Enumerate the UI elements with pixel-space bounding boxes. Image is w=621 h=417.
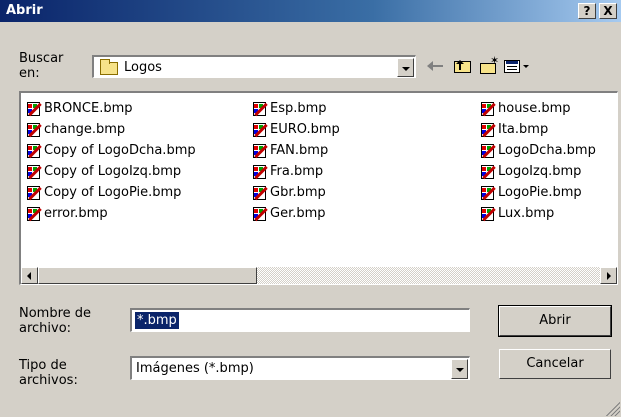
bitmap-file-icon bbox=[25, 184, 43, 202]
bitmap-file-icon bbox=[479, 100, 497, 118]
list-item[interactable]: Lux.bmp bbox=[479, 203, 596, 224]
list-item[interactable]: LogoIzq.bmp bbox=[479, 161, 596, 182]
bitmap-file-icon bbox=[25, 121, 43, 139]
list-item[interactable]: Esp.bmp bbox=[251, 98, 340, 119]
bitmap-file-icon bbox=[251, 163, 269, 181]
list-item[interactable]: LogoPie.bmp bbox=[479, 182, 596, 203]
bitmap-file-icon bbox=[25, 142, 43, 160]
list-item[interactable]: EURO.bmp bbox=[251, 119, 340, 140]
file-column-1: BRONCE.bmp change.bmp Copy of LogoDcha.b… bbox=[25, 98, 196, 224]
title-bar[interactable]: Abrir ? X bbox=[0, 0, 621, 22]
file-column-2: Esp.bmp EURO.bmp FAN.bmp Fra.bmp Gbr.bmp… bbox=[251, 98, 340, 224]
bitmap-file-icon bbox=[479, 121, 497, 139]
file-name: Ger.bmp bbox=[270, 206, 326, 221]
chevron-down-icon[interactable] bbox=[451, 359, 468, 379]
file-name: EURO.bmp bbox=[270, 122, 340, 137]
bitmap-file-icon bbox=[479, 142, 497, 160]
file-type-select[interactable]: Imágenes (*.bmp) bbox=[130, 356, 470, 380]
file-name-value: *.bmp bbox=[134, 311, 180, 330]
close-button[interactable]: X bbox=[599, 3, 617, 19]
list-item[interactable]: change.bmp bbox=[25, 119, 196, 140]
scroll-right-icon[interactable] bbox=[600, 267, 617, 284]
file-name-field[interactable]: *.bmp bbox=[130, 308, 470, 332]
file-name-label-line2: archivo: bbox=[19, 321, 72, 336]
look-in-value: Logos bbox=[124, 60, 162, 75]
bitmap-file-icon bbox=[251, 142, 269, 160]
file-name: Fra.bmp bbox=[270, 164, 324, 179]
file-name: Copy of LogoDcha.bmp bbox=[44, 143, 196, 158]
file-name: Copy of LogoIzq.bmp bbox=[44, 164, 182, 179]
list-item[interactable]: Ita.bmp bbox=[479, 119, 596, 140]
file-name: Ita.bmp bbox=[498, 122, 549, 137]
bitmap-file-icon bbox=[251, 121, 269, 139]
cancel-button[interactable]: Cancelar bbox=[499, 349, 611, 379]
file-name-label: Nombre de archivo: bbox=[19, 306, 91, 336]
folder-icon bbox=[100, 59, 118, 75]
bitmap-file-icon bbox=[25, 163, 43, 181]
file-list[interactable]: BRONCE.bmp change.bmp Copy of LogoDcha.b… bbox=[19, 91, 618, 285]
up-folder-icon[interactable] bbox=[452, 56, 474, 76]
look-in-label-line2: en: bbox=[19, 66, 40, 81]
file-name: BRONCE.bmp bbox=[44, 101, 133, 116]
open-dialog: Abrir ? X Buscar en: Logos ✶ BRONCE.bmp … bbox=[0, 0, 621, 417]
file-name: LogoDcha.bmp bbox=[498, 143, 596, 158]
file-name: Esp.bmp bbox=[270, 101, 327, 116]
bitmap-file-icon bbox=[479, 205, 497, 223]
bitmap-file-icon bbox=[251, 205, 269, 223]
file-name: error.bmp bbox=[44, 206, 108, 221]
file-name: change.bmp bbox=[44, 122, 126, 137]
look-in-label: Buscar en: bbox=[19, 51, 63, 81]
view-menu-icon[interactable] bbox=[502, 56, 532, 76]
list-item[interactable]: BRONCE.bmp bbox=[25, 98, 196, 119]
dialog-title: Abrir bbox=[6, 3, 43, 18]
file-name: Lux.bmp bbox=[498, 206, 555, 221]
bitmap-file-icon bbox=[251, 184, 269, 202]
bitmap-file-icon bbox=[25, 100, 43, 118]
list-item[interactable]: Copy of LogoDcha.bmp bbox=[25, 140, 196, 161]
file-name-label-line1: Nombre de bbox=[19, 306, 92, 321]
horizontal-scrollbar[interactable] bbox=[21, 267, 617, 284]
list-item[interactable]: house.bmp bbox=[479, 98, 596, 119]
list-item[interactable]: Copy of LogoPie.bmp bbox=[25, 182, 196, 203]
help-button[interactable]: ? bbox=[578, 3, 596, 19]
list-item[interactable]: Copy of LogoIzq.bmp bbox=[25, 161, 196, 182]
bitmap-file-icon bbox=[479, 184, 497, 202]
file-type-label-line2: archivos: bbox=[19, 373, 78, 388]
resize-grip-icon[interactable] bbox=[606, 402, 620, 416]
list-item[interactable]: error.bmp bbox=[25, 203, 196, 224]
list-item[interactable]: LogoDcha.bmp bbox=[479, 140, 596, 161]
file-type-value: Imágenes (*.bmp) bbox=[136, 361, 254, 376]
scrollbar-thumb[interactable] bbox=[38, 267, 257, 284]
chevron-down-icon[interactable] bbox=[397, 58, 414, 77]
file-name: Copy of LogoPie.bmp bbox=[44, 185, 182, 200]
file-type-label: Tipo de archivos: bbox=[19, 358, 78, 388]
bitmap-file-icon bbox=[251, 100, 269, 118]
list-item[interactable]: Gbr.bmp bbox=[251, 182, 340, 203]
file-name: LogoIzq.bmp bbox=[498, 164, 582, 179]
file-name: Gbr.bmp bbox=[270, 185, 326, 200]
file-name: FAN.bmp bbox=[270, 143, 329, 158]
list-item[interactable]: Ger.bmp bbox=[251, 203, 340, 224]
open-button[interactable]: Abrir bbox=[498, 305, 612, 337]
look-in-combobox[interactable]: Logos bbox=[92, 55, 416, 78]
back-arrow-icon[interactable] bbox=[426, 56, 448, 76]
list-item[interactable]: FAN.bmp bbox=[251, 140, 340, 161]
file-column-3: house.bmp Ita.bmp LogoDcha.bmp LogoIzq.b… bbox=[479, 98, 596, 224]
file-name: LogoPie.bmp bbox=[498, 185, 582, 200]
look-in-label-line1: Buscar bbox=[19, 51, 64, 66]
file-type-label-line1: Tipo de bbox=[19, 358, 67, 373]
bitmap-file-icon bbox=[25, 205, 43, 223]
list-item[interactable]: Fra.bmp bbox=[251, 161, 340, 182]
new-folder-icon[interactable]: ✶ bbox=[478, 55, 500, 76]
file-name: house.bmp bbox=[498, 101, 571, 116]
scroll-left-icon[interactable] bbox=[21, 267, 38, 284]
bitmap-file-icon bbox=[479, 163, 497, 181]
